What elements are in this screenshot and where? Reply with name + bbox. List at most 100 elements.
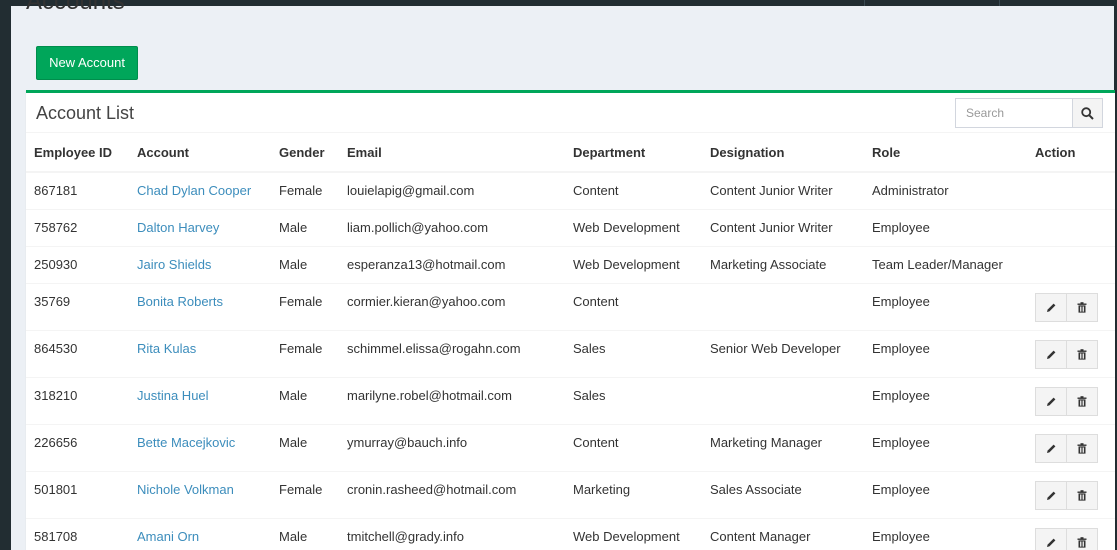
- employee-id-cell: 35769: [34, 293, 71, 309]
- search-icon: [1081, 106, 1094, 120]
- row-actions: [1035, 472, 1115, 510]
- account-link[interactable]: Amani Orn: [137, 519, 271, 544]
- table-cell: 864530: [26, 329, 129, 377]
- table-cell: tmitchell@grady.info: [339, 517, 565, 550]
- edit-button[interactable]: [1035, 433, 1067, 463]
- employee-id-cell: 758762: [34, 219, 78, 235]
- action-cell: [1027, 470, 1115, 518]
- account-link[interactable]: Rita Kulas: [137, 331, 271, 356]
- delete-button[interactable]: [1066, 527, 1098, 550]
- column-header[interactable]: Department: [565, 134, 702, 173]
- column-header[interactable]: Role: [864, 134, 1027, 173]
- role-cell: Employee: [872, 219, 930, 235]
- table-cell: Female: [271, 470, 339, 518]
- edit-button[interactable]: [1035, 292, 1067, 322]
- action-cell: [1027, 171, 1115, 209]
- gender-cell: Female: [279, 183, 323, 198]
- table-cell: esperanza13@hotmail.com: [339, 245, 565, 283]
- edit-button[interactable]: [1035, 527, 1067, 550]
- gender-cell: Female: [279, 481, 323, 497]
- action-cell: [1027, 245, 1115, 283]
- action-cell: [1027, 208, 1115, 246]
- table-cell: Chad Dylan Cooper: [129, 171, 271, 209]
- row-actions: [1035, 425, 1115, 463]
- employee-id-cell: 867181: [34, 183, 78, 198]
- table-cell: Female: [271, 282, 339, 330]
- designation-cell: [710, 284, 864, 294]
- column-header[interactable]: Designation: [702, 134, 864, 173]
- account-link[interactable]: Bette Macejkovic: [137, 425, 271, 450]
- column-header[interactable]: Employee ID: [26, 134, 129, 173]
- delete-button[interactable]: [1066, 433, 1098, 463]
- trash-icon: [1077, 489, 1087, 501]
- action-cell: [1027, 329, 1115, 377]
- gender-cell: Male: [279, 256, 308, 272]
- employee-id-cell: 501801: [34, 481, 78, 497]
- column-header[interactable]: Account: [129, 134, 271, 173]
- action-cell: [1027, 423, 1115, 471]
- account-link[interactable]: Dalton Harvey: [137, 210, 271, 235]
- table-cell: Employee: [864, 329, 1027, 377]
- account-link[interactable]: Bonita Roberts: [137, 284, 271, 309]
- pencil-icon: [1046, 491, 1055, 500]
- edit-button[interactable]: [1035, 386, 1067, 416]
- email-cell: louielapig@gmail.com: [347, 183, 475, 198]
- table-cell: Team Leader/Manager: [864, 245, 1027, 283]
- gender-cell: Male: [279, 528, 308, 544]
- page-title: Accounts: [26, 0, 125, 15]
- gender-cell: Male: [279, 387, 308, 403]
- pencil-icon: [1046, 350, 1055, 359]
- email-cell: liam.pollich@yahoo.com: [347, 219, 489, 235]
- trash-icon: [1077, 442, 1087, 454]
- table-cell: Justina Huel: [129, 376, 271, 424]
- table-cell: liam.pollich@yahoo.com: [339, 208, 565, 246]
- employee-id-cell: 864530: [34, 340, 78, 356]
- table-row: 250930 Jairo Shields Male esperanza13@hotma…: [26, 245, 1115, 283]
- table-cell: Web Development: [565, 245, 702, 283]
- edit-button[interactable]: [1035, 339, 1067, 369]
- role-cell: Administrator: [872, 183, 949, 198]
- row-actions: [1035, 284, 1115, 322]
- table-cell: Content Junior Writer: [702, 208, 864, 246]
- search-input[interactable]: [955, 98, 1072, 128]
- delete-button[interactable]: [1066, 480, 1098, 510]
- account-link[interactable]: Nichole Volkman: [137, 472, 271, 497]
- table-cell: Sales: [565, 329, 702, 377]
- gender-cell: Female: [279, 293, 323, 309]
- email-cell: cormier.kieran@yahoo.com: [347, 293, 506, 309]
- table-cell: Bonita Roberts: [129, 282, 271, 330]
- new-account-button[interactable]: New Account: [36, 46, 138, 80]
- table-row: 226656 Bette Macejkovic Male ymurray@bauch.…: [26, 423, 1115, 471]
- account-link[interactable]: Jairo Shields: [137, 247, 271, 272]
- table-cell: 501801: [26, 470, 129, 518]
- table-cell: Marketing Associate: [702, 245, 864, 283]
- delete-button[interactable]: [1066, 339, 1098, 369]
- table-cell: Marketing Manager: [702, 423, 864, 471]
- pencil-icon: [1046, 397, 1055, 406]
- table-cell: 318210: [26, 376, 129, 424]
- edit-button[interactable]: [1035, 480, 1067, 510]
- account-link[interactable]: Justina Huel: [137, 378, 271, 403]
- row-actions: [1035, 331, 1115, 369]
- table-row: 318210 Justina Huel Male marilyne.robel@hot…: [26, 376, 1115, 424]
- table-cell: louielapig@gmail.com: [339, 171, 565, 209]
- email-cell: tmitchell@grady.info: [347, 528, 464, 544]
- trash-icon: [1077, 348, 1087, 360]
- table-cell: Female: [271, 329, 339, 377]
- account-link[interactable]: Chad Dylan Cooper: [137, 173, 271, 198]
- box-header: Account List: [26, 93, 1115, 133]
- designation-cell: [710, 378, 864, 388]
- table-cell: Nichole Volkman: [129, 470, 271, 518]
- column-header[interactable]: Email: [339, 134, 565, 173]
- table-cell: 35769: [26, 282, 129, 330]
- search-button[interactable]: [1072, 98, 1103, 128]
- table-row: 581708 Amani Orn Male tmitchell@grady.info W…: [26, 517, 1115, 550]
- accounts-table: Employee ID Account Gender Email Departm…: [26, 134, 1115, 550]
- designation-cell: Senior Web Developer: [710, 340, 841, 356]
- role-cell: Employee: [872, 293, 930, 309]
- role-cell: Employee: [872, 434, 930, 450]
- delete-button[interactable]: [1066, 386, 1098, 416]
- column-header[interactable]: Gender: [271, 134, 339, 173]
- delete-button[interactable]: [1066, 292, 1098, 322]
- employee-id-cell: 581708: [34, 528, 78, 544]
